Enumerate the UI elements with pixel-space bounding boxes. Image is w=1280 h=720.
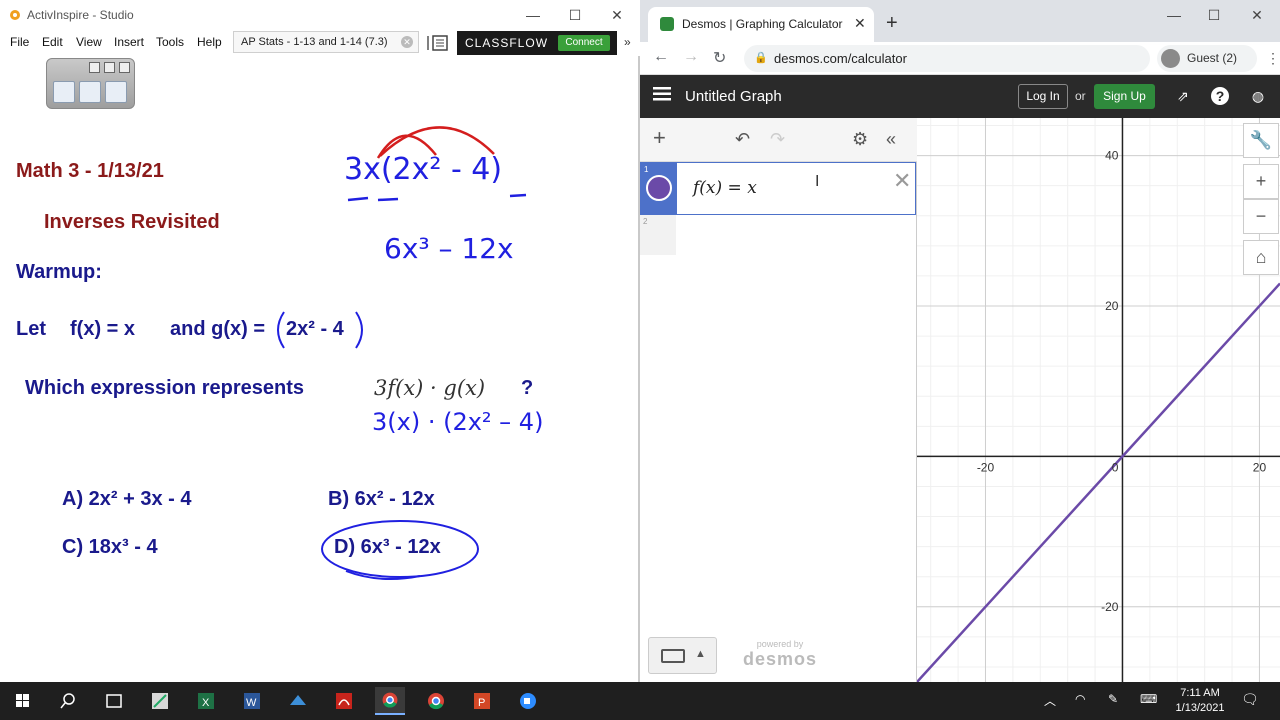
excel-icon[interactable]: X xyxy=(191,687,221,715)
activinspire-window: ActivInspire - Studio — ☐ ✕ File Edit Vi… xyxy=(0,0,640,682)
y-tick-label: -20 xyxy=(1101,600,1119,614)
zoom-out-button[interactable]: − xyxy=(1243,199,1279,234)
function-curve-f xyxy=(917,282,1280,682)
delete-expression-icon[interactable]: ✕ xyxy=(893,168,911,194)
keyboard-tray-icon[interactable]: ⌨ xyxy=(1140,692,1157,706)
zoom-in-button[interactable]: + xyxy=(1243,164,1279,199)
powerpoint-icon[interactable]: P xyxy=(467,687,497,715)
forward-arrow-icon[interactable]: → xyxy=(683,48,699,66)
ink-underline-1 xyxy=(347,196,369,202)
zoom-icon[interactable] xyxy=(513,687,543,715)
graph-paper[interactable]: -20 20 40 20 -20 0 🔧 + − ⌂ xyxy=(917,118,1280,682)
explorer-icon[interactable] xyxy=(283,687,313,715)
share-icon[interactable]: ⇗ xyxy=(1174,87,1192,105)
or-label: or xyxy=(1075,89,1086,103)
login-button[interactable]: Log In xyxy=(1018,84,1068,109)
ink-paren-left xyxy=(277,311,285,349)
avatar-icon xyxy=(1161,49,1180,68)
x-tick-label: -20 xyxy=(977,460,995,474)
ink-distribute-arc-2 xyxy=(379,126,495,157)
caret-up-icon: ▲ xyxy=(695,648,706,660)
search-icon[interactable] xyxy=(53,687,83,715)
network-icon[interactable]: ◠ xyxy=(1075,692,1085,706)
desmos-header: Untitled Graph Log In or Sign Up ⇗ ? ◍ xyxy=(640,75,1280,118)
powered-by-desmos: powered by desmos xyxy=(740,639,820,670)
expression-toolbar: + ↶ ↷ ⚙ « xyxy=(640,118,917,162)
ink-underline-3 xyxy=(509,193,527,198)
reload-icon[interactable]: ↻ xyxy=(713,48,726,68)
desmos-favicon-icon xyxy=(660,17,674,31)
chrome-taskbar-icon[interactable] xyxy=(375,687,405,715)
undo-icon[interactable]: ↶ xyxy=(735,129,750,150)
address-bar[interactable]: 🔒 desmos.com/calculator xyxy=(744,45,1150,72)
add-item-icon[interactable]: + xyxy=(653,125,666,151)
keypad-toggle-button[interactable]: ▲ xyxy=(648,637,717,674)
svg-text:P: P xyxy=(478,697,485,709)
svg-text:X: X xyxy=(202,697,210,709)
windows-start-icon[interactable] xyxy=(8,687,38,715)
signup-button[interactable]: Sign Up xyxy=(1094,84,1155,109)
clock-time: 7:11 AM xyxy=(1180,687,1220,699)
chrome-tab-strip: Desmos | Graphing Calculator ✕ + — ☐ ✕ xyxy=(640,0,1280,42)
chrome-alt-taskbar-icon[interactable] xyxy=(421,687,451,715)
chrome-window: Desmos | Graphing Calculator ✕ + — ☐ ✕ ←… xyxy=(640,0,1280,682)
chrome-minimize-button[interactable]: — xyxy=(1161,4,1187,26)
expression-panel: + ↶ ↷ ⚙ « 1 f(x) = x I ✕ 2 ▲ powered by … xyxy=(640,118,917,682)
text-cursor-icon: I xyxy=(815,173,820,190)
profile-button[interactable]: Guest (2) xyxy=(1157,45,1257,72)
language-globe-icon[interactable]: ◍ xyxy=(1249,87,1267,105)
task-view-icon[interactable] xyxy=(99,687,129,715)
ink-paren-right xyxy=(355,311,363,349)
keyboard-icon xyxy=(661,649,685,663)
desmos-logo: desmos xyxy=(742,649,818,669)
svg-text:W: W xyxy=(246,697,257,709)
profile-label: Guest (2) xyxy=(1187,51,1238,65)
origin-label: 0 xyxy=(1112,460,1119,474)
ink-layer xyxy=(277,126,527,580)
clock-date: 1/13/2021 xyxy=(1175,702,1225,714)
pen-icon[interactable]: ✎ xyxy=(1108,692,1118,706)
expression-sidebar: 1 xyxy=(641,163,677,214)
graph-settings-wrench-icon[interactable]: 🔧 xyxy=(1243,123,1279,158)
expression-row-empty[interactable]: 2 xyxy=(640,215,676,255)
tab-close-icon[interactable]: ✕ xyxy=(854,15,866,32)
windows-taskbar: X W P ︿ ◠ ✎ ⌨ 7:11 AM 1/13/2021 🗨 xyxy=(0,682,1280,720)
settings-gear-icon[interactable]: ⚙ xyxy=(852,129,868,150)
help-icon[interactable]: ? xyxy=(1211,87,1229,105)
chrome-close-button[interactable]: ✕ xyxy=(1244,4,1270,26)
graph-canvas[interactable]: -20 20 40 20 -20 0 xyxy=(917,118,1280,682)
redo-icon[interactable]: ↷ xyxy=(770,129,785,150)
y-tick-label: 20 xyxy=(1105,299,1119,313)
ink-underline-2 xyxy=(377,197,399,202)
chrome-menu-icon[interactable]: ⋮ xyxy=(1266,50,1280,67)
expression-row[interactable]: 1 f(x) = x I ✕ xyxy=(640,162,916,215)
back-arrow-icon[interactable]: ← xyxy=(653,48,669,66)
expression-index: 1 xyxy=(644,165,649,174)
powered-by-label: powered by xyxy=(756,639,804,649)
desmos-tab[interactable]: Desmos | Graphing Calculator ✕ xyxy=(648,7,874,42)
collapse-panel-icon[interactable]: « xyxy=(886,129,896,150)
hamburger-menu-icon[interactable] xyxy=(653,87,671,101)
graph-color-swatch-icon[interactable] xyxy=(646,175,672,201)
y-tick-label: 40 xyxy=(1105,149,1119,163)
graph-title[interactable]: Untitled Graph xyxy=(685,88,782,105)
tab-title: Desmos | Graphing Calculator xyxy=(682,17,843,31)
ink-answer-circle xyxy=(321,520,479,578)
chrome-maximize-button[interactable]: ☐ xyxy=(1201,4,1227,26)
x-tick-label: 20 xyxy=(1253,460,1267,474)
ink-distribute-arc-1 xyxy=(376,134,437,159)
lock-icon: 🔒 xyxy=(754,52,768,64)
system-clock[interactable]: 7:11 AM 1/13/2021 xyxy=(1168,686,1232,716)
address-url: desmos.com/calculator xyxy=(774,51,907,66)
chrome-toolbar: ← → ↻ 🔒 desmos.com/calculator Guest (2) … xyxy=(640,42,1280,75)
acrobat-icon[interactable] xyxy=(329,687,359,715)
notifications-icon[interactable]: 🗨 xyxy=(1241,691,1259,708)
new-tab-button[interactable]: + xyxy=(886,12,898,35)
tray-chevron-up-icon[interactable]: ︿ xyxy=(1044,692,1056,709)
expression-index: 2 xyxy=(643,217,648,226)
word-icon[interactable]: W xyxy=(237,687,267,715)
activinspire-taskbar-icon[interactable] xyxy=(145,687,175,715)
default-viewport-home-icon[interactable]: ⌂ xyxy=(1243,240,1279,275)
expression-input[interactable]: f(x) = x xyxy=(693,178,757,198)
